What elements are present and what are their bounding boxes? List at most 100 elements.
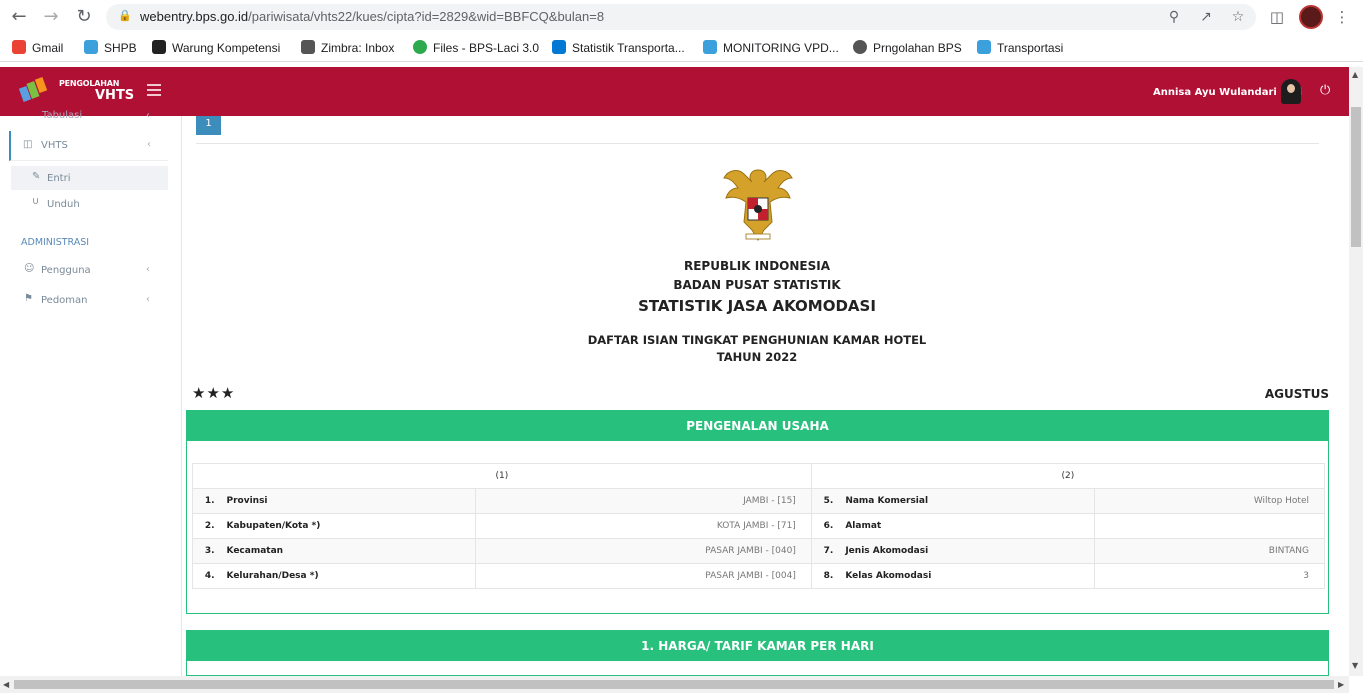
- field-label: Kabupaten/Kota *): [220, 513, 476, 539]
- field-value: KOTA JAMBI - [71]: [475, 513, 812, 539]
- hamburger-menu-icon[interactable]: [147, 84, 161, 96]
- power-icon[interactable]: ⏻: [1320, 83, 1330, 98]
- bookmark-label: Warung Kompetensi: [172, 41, 281, 55]
- sidebar-item-label: Entri: [47, 173, 71, 184]
- profile-avatar[interactable]: [1299, 5, 1323, 29]
- sidebar-item-label: Pedoman: [41, 295, 88, 306]
- user-avatar[interactable]: [1281, 79, 1301, 104]
- card-header: PENGENALAN USAHA: [187, 411, 1328, 441]
- card-header: 1. HARGA/ TARIF KAMAR PER HARI: [187, 631, 1328, 661]
- url-text: webentry.bps.go.id/pariwisata/vhts22/kue…: [140, 9, 604, 24]
- field-value: Wiltop Hotel: [1093, 488, 1326, 514]
- sidebar-item-label: Unduh: [47, 199, 80, 210]
- app-header: PENGOLAHAN VHTS Annisa Ayu Wulandari S.S…: [0, 67, 1349, 116]
- back-icon[interactable]: ←: [8, 6, 30, 28]
- horizontal-scrollbar[interactable]: ◀ ▶: [0, 676, 1349, 693]
- cloud-icon: [413, 40, 427, 54]
- chevron-left-icon: ‹: [146, 294, 150, 305]
- harga-tarif-card: 1. HARGA/ TARIF KAMAR PER HARI: [186, 630, 1329, 676]
- sidebar-item-entri[interactable]: ✎ Entri: [11, 166, 168, 190]
- url-host: webentry.bps.go.id: [140, 9, 249, 24]
- table-row: 3. Kecamatan PASAR JAMBI - [040] 7. Jeni…: [192, 538, 1326, 564]
- chevron-left-icon: ‹: [146, 264, 150, 275]
- bookmark-shpb[interactable]: SHPB: [84, 40, 137, 56]
- scroll-up-icon[interactable]: ▲: [1352, 70, 1358, 79]
- bookmark-label: Statistik Transporta...: [572, 41, 685, 55]
- sidebar-item-vhts[interactable]: ◫ VHTS ‹: [9, 131, 168, 161]
- page-number-button[interactable]: 1: [196, 116, 221, 135]
- field-value: JAMBI - [15]: [475, 488, 812, 514]
- scroll-left-icon[interactable]: ◀: [3, 680, 9, 689]
- bookmark-zimbra[interactable]: Zimbra: Inbox: [301, 40, 394, 56]
- field-label: Kecamatan: [220, 538, 476, 564]
- sidebar-item-unduh[interactable]: ∪ Unduh: [11, 194, 168, 216]
- bookmark-files-bps-laci[interactable]: Files - BPS-Laci 3.0: [413, 40, 539, 56]
- sidebar-section-administrasi: ADMINISTRASI: [21, 237, 90, 248]
- forward-icon[interactable]: →: [40, 6, 62, 28]
- bookmark-label: Prngolahan BPS: [873, 41, 962, 55]
- sidebar: Tabulasi ‹ ◫ VHTS ‹ ✎ Entri ∪ Unduh ADMI…: [0, 110, 182, 676]
- month-label: AGUSTUS: [1264, 387, 1329, 401]
- reload-icon[interactable]: ↻: [73, 6, 95, 28]
- home-icon: [152, 40, 166, 54]
- zimbra-icon: [301, 40, 315, 54]
- bookmark-label: SHPB: [104, 41, 137, 55]
- column-header: (1): [192, 463, 812, 489]
- bookmark-label: Gmail: [32, 41, 64, 55]
- bookmark-pengolahan-bps[interactable]: Prngolahan BPS: [853, 40, 962, 56]
- url-path: /pariwisata/vhts22/kues/cipta?id=2829&wi…: [248, 9, 605, 24]
- bps-icon: [977, 40, 991, 54]
- bookmark-warung-kompetensi[interactable]: Warung Kompetensi: [152, 40, 280, 56]
- row-number: 1.: [192, 488, 221, 514]
- subtitle-line2: TAHUN 2022: [716, 350, 798, 364]
- bookmark-label: Files - BPS-Laci 3.0: [433, 41, 540, 55]
- user-name[interactable]: Annisa Ayu Wulandari S.Si: [1153, 87, 1302, 98]
- bookmark-statistik-transportasi[interactable]: Statistik Transporta...: [552, 40, 685, 56]
- field-value: PASAR JAMBI - [040]: [475, 538, 812, 564]
- sidebar-item-partial[interactable]: Tabulasi: [42, 110, 82, 121]
- bookmarks-bar: Gmail SHPB Warung Kompetensi Zimbra: Inb…: [0, 34, 1363, 62]
- field-value: [1093, 513, 1326, 539]
- chevron-left-icon: ‹: [147, 139, 151, 150]
- share-icon[interactable]: ↗: [1197, 8, 1215, 26]
- edit-icon: ✎: [32, 171, 41, 182]
- subtitle-line1: DAFTAR ISIAN TINGKAT PENGHUNIAN KAMAR HO…: [587, 333, 927, 347]
- row-number: 5.: [810, 488, 840, 514]
- column-header: (2): [810, 463, 1326, 489]
- menu-kebab-icon[interactable]: ⋮: [1331, 6, 1353, 28]
- bookmark-transportasi[interactable]: Transportasi: [977, 40, 1063, 56]
- field-label: Jenis Akomodasi: [839, 538, 1095, 564]
- user-icon: ☺: [24, 263, 35, 274]
- bps-icon: [703, 40, 717, 54]
- table-row: 4. Kelurahan/Desa *) PASAR JAMBI - [004]…: [192, 563, 1326, 589]
- scrollbar-thumb[interactable]: [1351, 107, 1361, 247]
- address-bar[interactable]: 🔒 webentry.bps.go.id/pariwisata/vhts22/k…: [106, 4, 1256, 30]
- bookmark-gmail[interactable]: Gmail: [12, 40, 63, 56]
- scroll-down-icon[interactable]: ▼: [1352, 661, 1358, 670]
- bookmark-label: MONITORING VPD...: [723, 41, 839, 55]
- scroll-right-icon[interactable]: ▶: [1338, 680, 1344, 689]
- sharepoint-icon: [552, 40, 566, 54]
- scrollbar-thumb[interactable]: [14, 680, 1334, 689]
- chevron-left-icon: ‹: [146, 110, 150, 121]
- garuda-emblem-icon: [723, 169, 793, 241]
- bookmark-star-icon[interactable]: ☆: [1229, 8, 1247, 26]
- table-row: 1. Provinsi JAMBI - [15] 5. Nama Komersi…: [192, 488, 1326, 514]
- side-panel-icon[interactable]: ◫: [1266, 6, 1288, 28]
- page-title: STATISTIK JASA AKOMODASI: [638, 297, 876, 315]
- tag-icon: ⚑: [24, 293, 33, 304]
- row-number: 2.: [192, 513, 221, 539]
- bookmark-monitoring-vpd[interactable]: MONITORING VPD...: [703, 40, 839, 56]
- sidebar-item-pedoman[interactable]: ⚑ Pedoman ‹: [11, 290, 168, 312]
- field-label: Kelurahan/Desa *): [220, 563, 476, 589]
- field-value: 3: [1093, 563, 1326, 589]
- zoom-icon[interactable]: ⚲: [1165, 8, 1183, 26]
- logo-line1: PENGOLAHAN: [59, 79, 120, 88]
- vertical-scrollbar[interactable]: ▲ ▼: [1349, 67, 1363, 676]
- globe-icon: [853, 40, 867, 54]
- title-line1: REPUBLIK INDONESIA: [683, 259, 830, 273]
- row-number: 3.: [192, 538, 221, 564]
- field-label: Nama Komersial: [839, 488, 1095, 514]
- bps-logo-icon[interactable]: [18, 75, 50, 107]
- sidebar-item-pengguna[interactable]: ☺ Pengguna ‹: [11, 260, 168, 282]
